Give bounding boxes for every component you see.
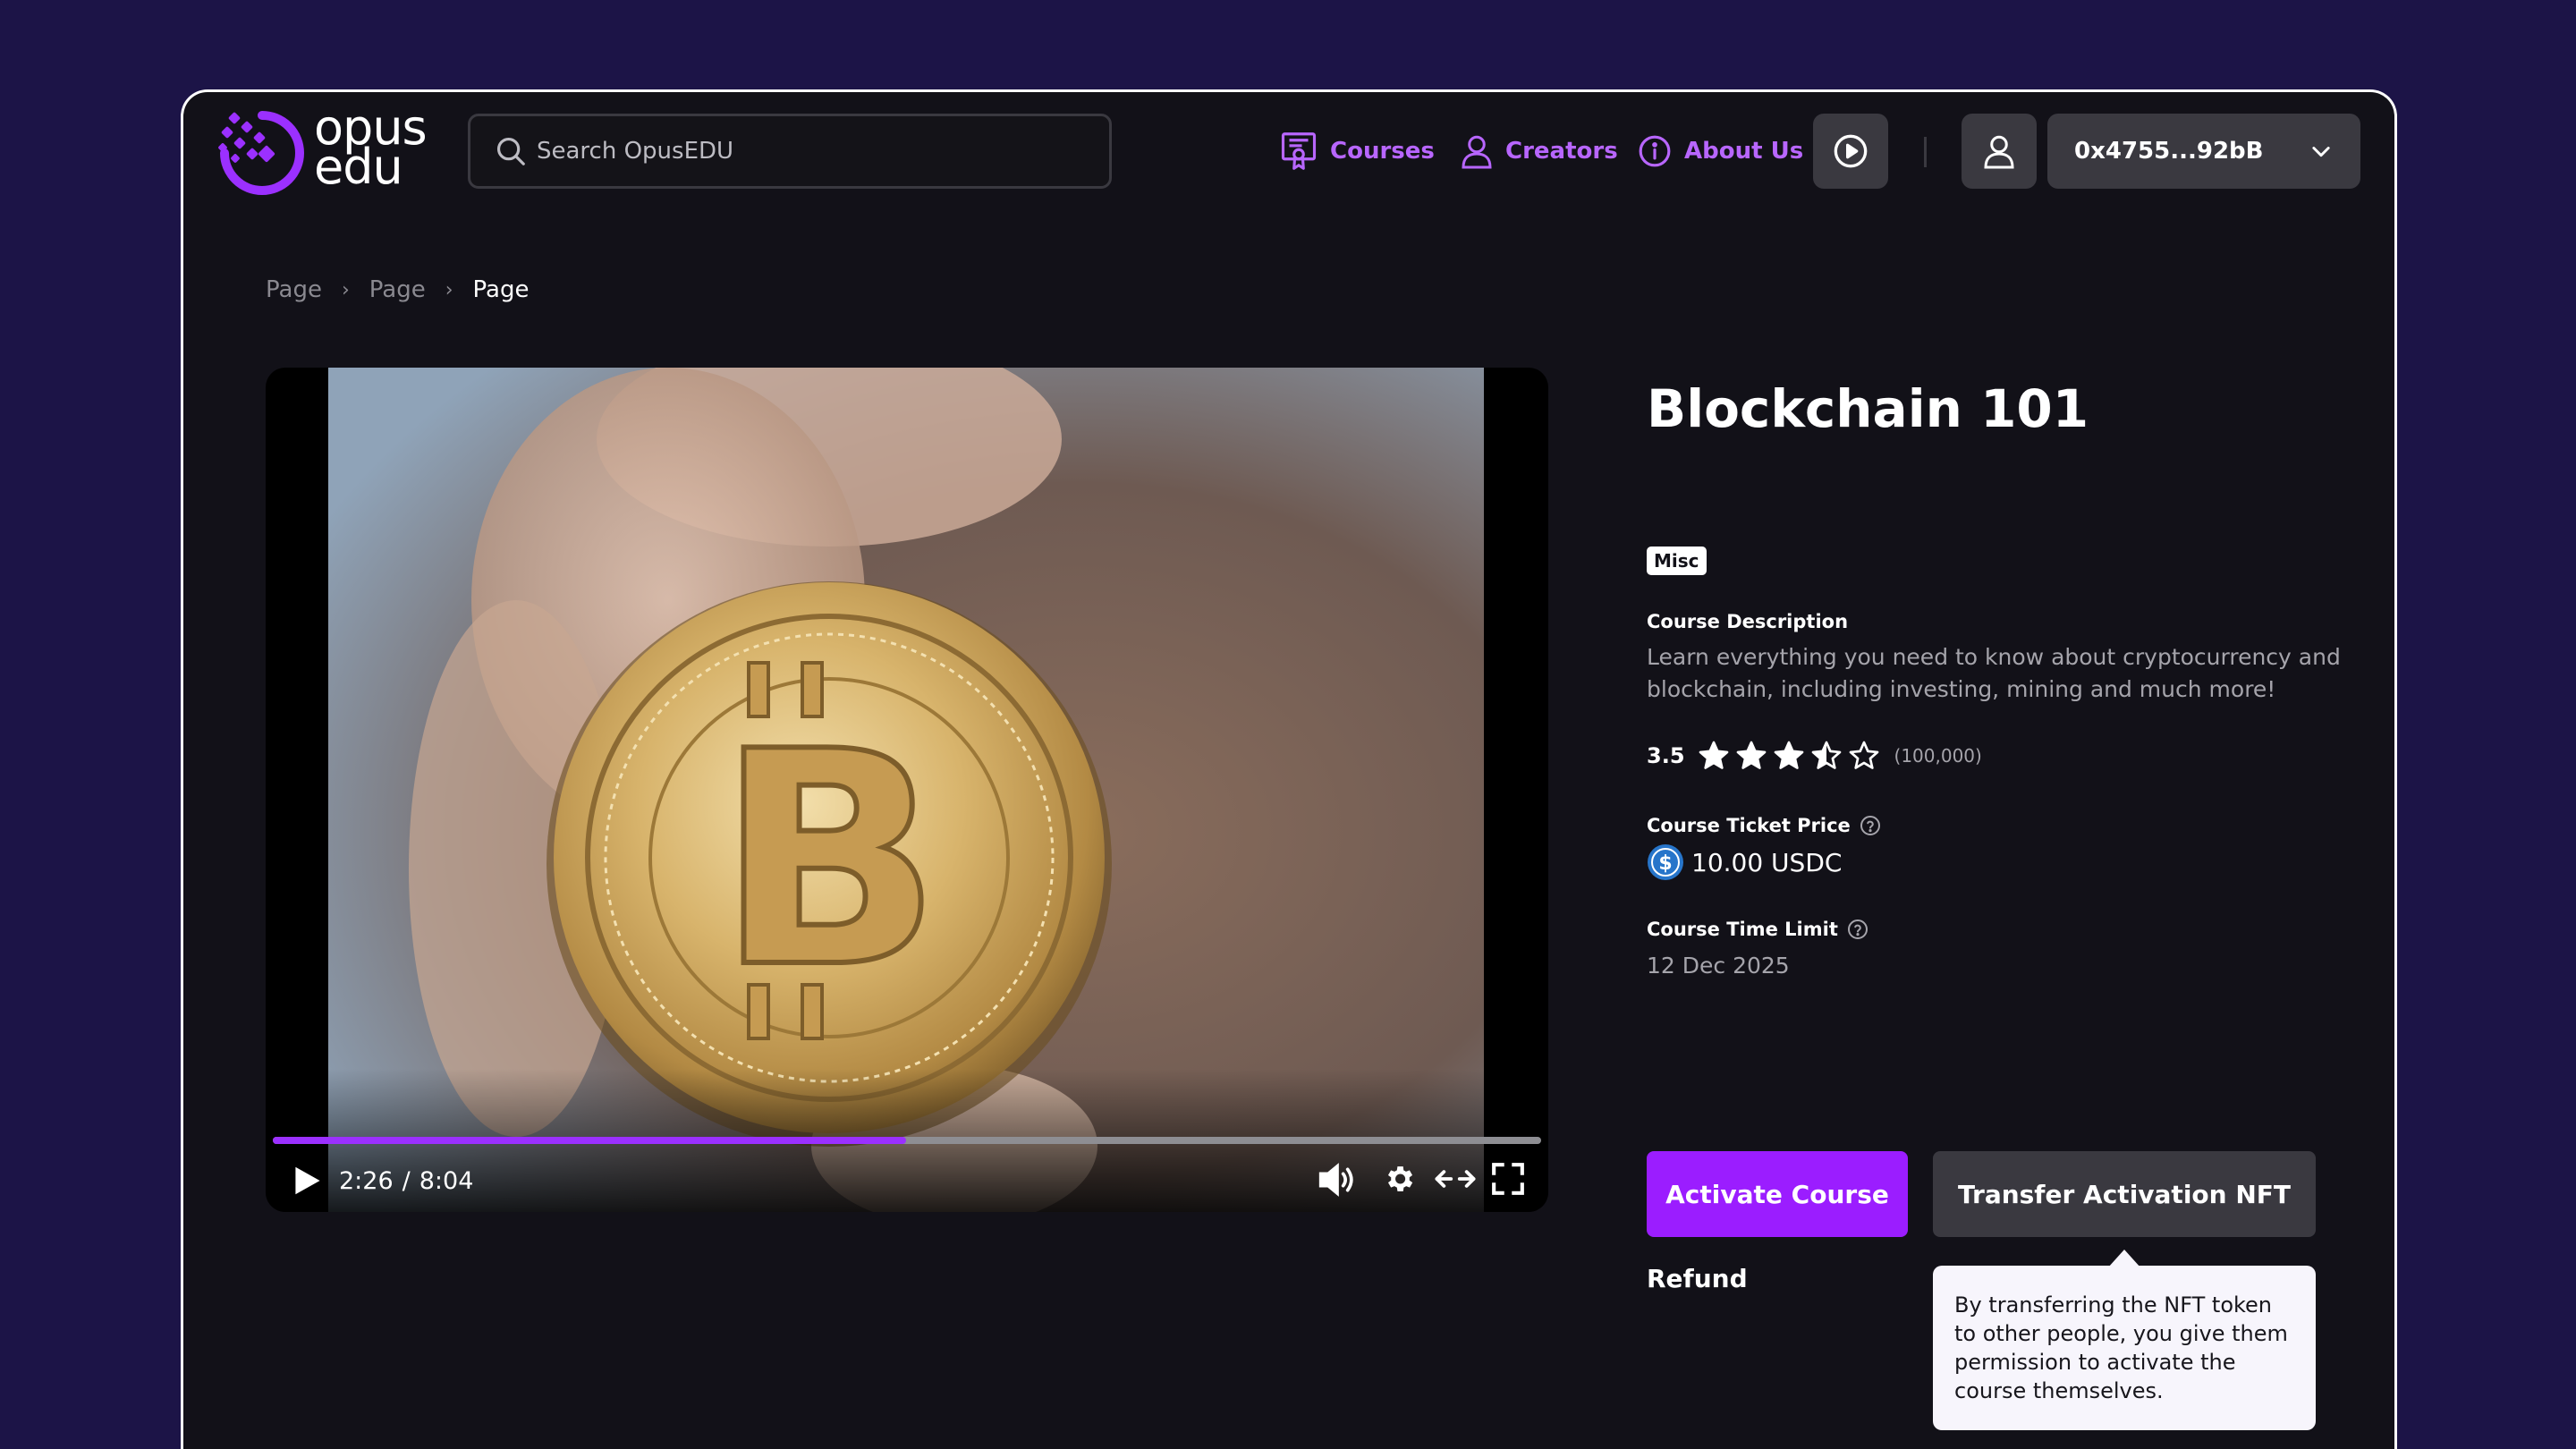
info-icon	[1639, 135, 1671, 167]
star-filled-icon	[1736, 741, 1766, 769]
breadcrumb: Page › Page › Page	[266, 276, 529, 303]
svg-text:$: $	[1658, 852, 1672, 875]
gear-icon[interactable]	[1382, 1162, 1416, 1196]
star-filled-icon	[1774, 741, 1803, 769]
price-value: 10.00 USDC	[1691, 847, 1843, 877]
breadcrumb-item-current: Page	[472, 276, 530, 303]
nav-courses[interactable]: Courses	[1280, 131, 1435, 171]
breadcrumb-separator-icon: ›	[445, 278, 453, 301]
opusedu-logo[interactable]: opus edu	[216, 104, 448, 214]
description-label: Course Description	[1647, 611, 1848, 632]
refund-link[interactable]: Refund	[1647, 1264, 1748, 1293]
price-label: Course Ticket Price	[1647, 815, 1881, 836]
top-navbar: opus edu Courses Creators	[183, 92, 2394, 235]
video-progress-bar[interactable]	[273, 1137, 1541, 1144]
help-circle-icon[interactable]	[1847, 919, 1868, 940]
certificate-icon	[1281, 132, 1317, 170]
video-duration: 8:04	[419, 1167, 474, 1195]
play-icon[interactable]	[292, 1164, 323, 1198]
course-rating: 3.5 (100,000)	[1647, 740, 1982, 772]
star-filled-icon	[1699, 741, 1728, 769]
profile-button[interactable]	[1962, 114, 2037, 189]
volume-icon[interactable]	[1318, 1162, 1357, 1198]
star-half-icon	[1811, 741, 1841, 769]
video-progress-fill	[273, 1137, 907, 1144]
wallet-dropdown[interactable]: 0x4755...92bB	[2047, 114, 2360, 189]
nav-about-us[interactable]: About Us	[1638, 131, 1803, 171]
price-label-text: Course Ticket Price	[1647, 815, 1851, 836]
activate-course-button[interactable]: Activate Course	[1647, 1151, 1908, 1237]
time-limit-value: 12 Dec 2025	[1647, 953, 1790, 979]
transfer-nft-button[interactable]: Transfer Activation NFT	[1933, 1151, 2316, 1237]
logo-wordmark: opus edu	[314, 104, 428, 191]
search-input[interactable]	[537, 116, 1091, 186]
nav-about-us-label: About Us	[1684, 138, 1804, 165]
breadcrumb-item-1[interactable]: Page	[266, 276, 322, 303]
description-label-text: Course Description	[1647, 611, 1849, 632]
course-description: Learn everything you need to know about …	[1647, 644, 2341, 702]
search-box[interactable]	[468, 114, 1112, 189]
nav-creators-label: Creators	[1505, 138, 1618, 165]
nav-courses-label: Courses	[1330, 138, 1435, 165]
wallet-address: 0x4755...92bB	[2074, 138, 2264, 165]
video-time-separator: /	[402, 1167, 411, 1195]
svg-text:B: B	[716, 689, 942, 1032]
nav-creators[interactable]: Creators	[1461, 131, 1618, 171]
tooltip-arrow	[2108, 1250, 2140, 1267]
video-controls: 2:26 / 8:04	[266, 1155, 1548, 1208]
fullscreen-icon[interactable]	[1491, 1162, 1525, 1196]
video-current-time: 2:26	[339, 1167, 394, 1195]
rating-stars	[1698, 740, 1880, 772]
app-window: opus edu Courses Creators	[181, 89, 2397, 1449]
rating-score: 3.5	[1647, 743, 1685, 768]
breadcrumb-separator-icon: ›	[341, 278, 350, 301]
search-icon	[496, 137, 525, 165]
breadcrumb-item-2[interactable]: Page	[369, 276, 426, 303]
video-player[interactable]: B 2:26 / 8:04	[266, 368, 1548, 1212]
usdc-coin-icon: $	[1648, 844, 1683, 880]
star-empty-icon	[1849, 741, 1878, 769]
rating-count: (100,000)	[1894, 745, 1982, 767]
category-tag: Misc	[1647, 547, 1707, 575]
video-time: 2:26 / 8:04	[339, 1167, 473, 1195]
transfer-nft-tooltip: By transferring the NFT token to other p…	[1933, 1266, 2316, 1430]
course-price: $ 10.00 USDC	[1647, 843, 1842, 881]
user-icon	[1462, 135, 1492, 169]
time-limit-label: Course Time Limit	[1647, 919, 1868, 940]
user-icon	[1984, 135, 2014, 169]
logo-mark-icon	[218, 111, 304, 195]
time-limit-label-text: Course Time Limit	[1647, 919, 1838, 940]
play-circle-icon	[1834, 134, 1868, 168]
help-circle-icon[interactable]	[1860, 815, 1881, 836]
chevron-down-icon	[2312, 147, 2330, 157]
nav-divider	[1924, 137, 1927, 167]
course-title: Blockchain 101	[1647, 378, 2089, 439]
video-library-button[interactable]	[1813, 114, 1888, 189]
expand-horizontal-icon[interactable]	[1434, 1162, 1477, 1196]
